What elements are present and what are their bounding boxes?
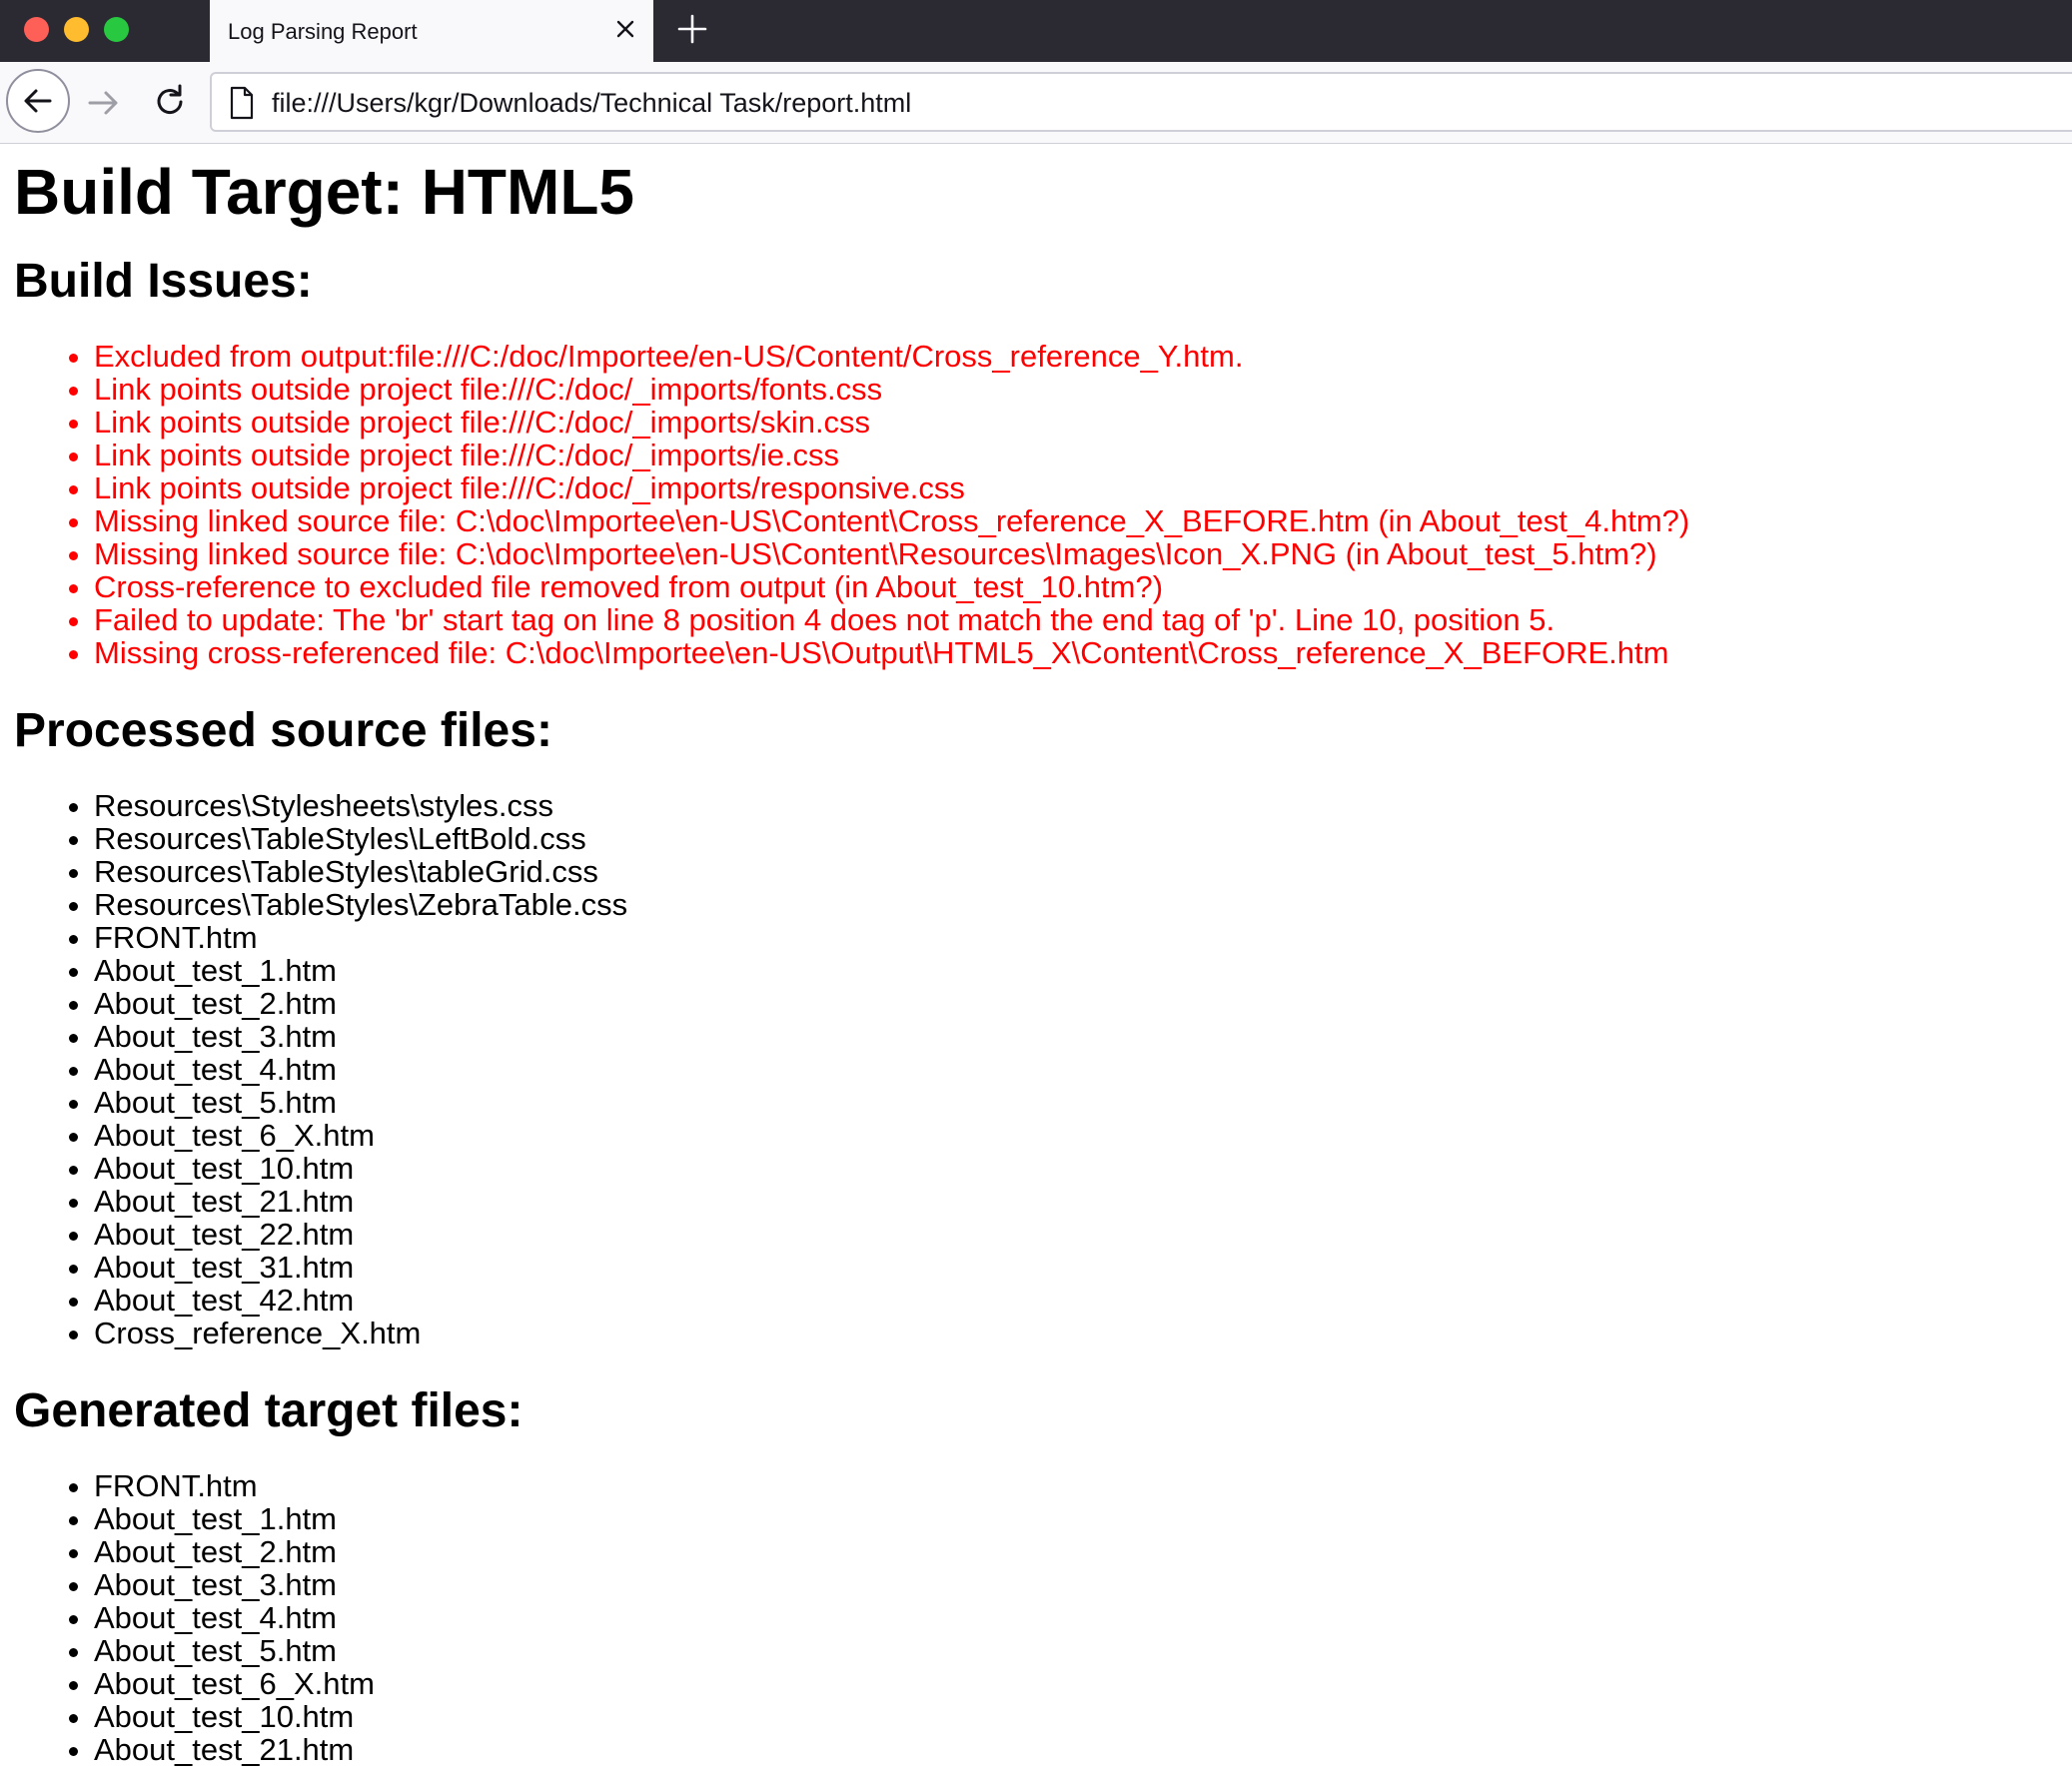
processed-file-item: Cross_reference_X.htm (94, 1317, 2062, 1349)
issue-item: Cross-reference to excluded file removed… (94, 570, 2062, 603)
build-issues-list: Excluded from output:file:///C:/doc/Impo… (14, 340, 2062, 669)
url-text[interactable]: file:///Users/kgr/Downloads/Technical Ta… (272, 88, 911, 119)
back-arrow-icon[interactable] (6, 69, 70, 133)
processed-file-item: About_test_5.htm (94, 1086, 2062, 1119)
reload-icon[interactable] (150, 82, 190, 122)
page-title: Build Target: HTML5 (14, 156, 634, 228)
processed-files-list: Resources\Stylesheets\styles.css Resourc… (14, 789, 2062, 1349)
processed-file-item: About_test_2.htm (94, 987, 2062, 1020)
generated-file-item: About_test_5.htm (94, 1634, 2062, 1667)
processed-file-item: About_test_1.htm (94, 954, 2062, 987)
processed-file-item: About_test_10.htm (94, 1152, 2062, 1185)
processed-file-item: Resources\Stylesheets\styles.css (94, 789, 2062, 822)
issue-item: Link points outside project file:///C:/d… (94, 406, 2062, 439)
processed-file-item: Resources\TableStyles\tableGrid.css (94, 855, 2062, 888)
issue-item: Link points outside project file:///C:/d… (94, 439, 2062, 471)
processed-file-item: FRONT.htm (94, 921, 2062, 954)
report-content: Build Target: HTML5 Build Issues: Exclud… (14, 144, 2062, 1766)
issue-item: Missing linked source file: C:\doc\Impor… (94, 537, 2062, 570)
generated-file-item: About_test_2.htm (94, 1535, 2062, 1568)
generated-file-item: About_test_6_X.htm (94, 1667, 2062, 1700)
processed-file-item: About_test_3.htm (94, 1020, 2062, 1053)
browser-tab-bar: Log Parsing Report (0, 0, 2072, 62)
window-maximize-button[interactable] (104, 17, 129, 42)
processed-file-item: About_test_42.htm (94, 1284, 2062, 1317)
tab-active[interactable]: Log Parsing Report (210, 0, 653, 62)
new-tab-plus-icon[interactable] (675, 12, 709, 46)
build-issues-heading: Build Issues: (14, 255, 313, 308)
generated-files-list: FRONT.htm About_test_1.htm About_test_2.… (14, 1469, 2062, 1766)
generated-file-item: FRONT.htm (94, 1469, 2062, 1502)
window-minimize-button[interactable] (64, 17, 89, 42)
issue-item: Missing linked source file: C:\doc\Impor… (94, 504, 2062, 537)
issue-item: Failed to update: The 'br' start tag on … (94, 603, 2062, 636)
processed-file-item: About_test_31.htm (94, 1251, 2062, 1284)
window-close-button[interactable] (24, 17, 49, 42)
issue-item: Link points outside project file:///C:/d… (94, 471, 2062, 504)
generated-file-item: About_test_21.htm (94, 1733, 2062, 1766)
processed-file-item: Resources\TableStyles\LeftBold.css (94, 822, 2062, 855)
generated-file-item: About_test_10.htm (94, 1700, 2062, 1733)
browser-navigation-bar: file:///Users/kgr/Downloads/Technical Ta… (0, 62, 2072, 144)
generated-file-item: About_test_4.htm (94, 1601, 2062, 1634)
processed-file-item: About_test_22.htm (94, 1218, 2062, 1251)
processed-files-heading: Processed source files: (14, 704, 552, 757)
processed-file-item: About_test_4.htm (94, 1053, 2062, 1086)
tab-close-icon[interactable] (611, 15, 639, 43)
tab-title: Log Parsing Report (228, 19, 418, 44)
issue-item: Excluded from output:file:///C:/doc/Impo… (94, 340, 2062, 373)
page-document-icon (228, 86, 256, 125)
processed-file-item: Resources\TableStyles\ZebraTable.css (94, 888, 2062, 921)
processed-file-item: About_test_6_X.htm (94, 1119, 2062, 1152)
forward-arrow-icon[interactable] (84, 83, 124, 123)
generated-file-item: About_test_3.htm (94, 1568, 2062, 1601)
issue-item: Missing cross-referenced file: C:\doc\Im… (94, 636, 2062, 669)
issue-item: Link points outside project file:///C:/d… (94, 373, 2062, 406)
generated-file-item: About_test_1.htm (94, 1502, 2062, 1535)
generated-files-heading: Generated target files: (14, 1384, 523, 1437)
processed-file-item: About_test_21.htm (94, 1185, 2062, 1218)
address-bar[interactable]: file:///Users/kgr/Downloads/Technical Ta… (210, 72, 2072, 132)
